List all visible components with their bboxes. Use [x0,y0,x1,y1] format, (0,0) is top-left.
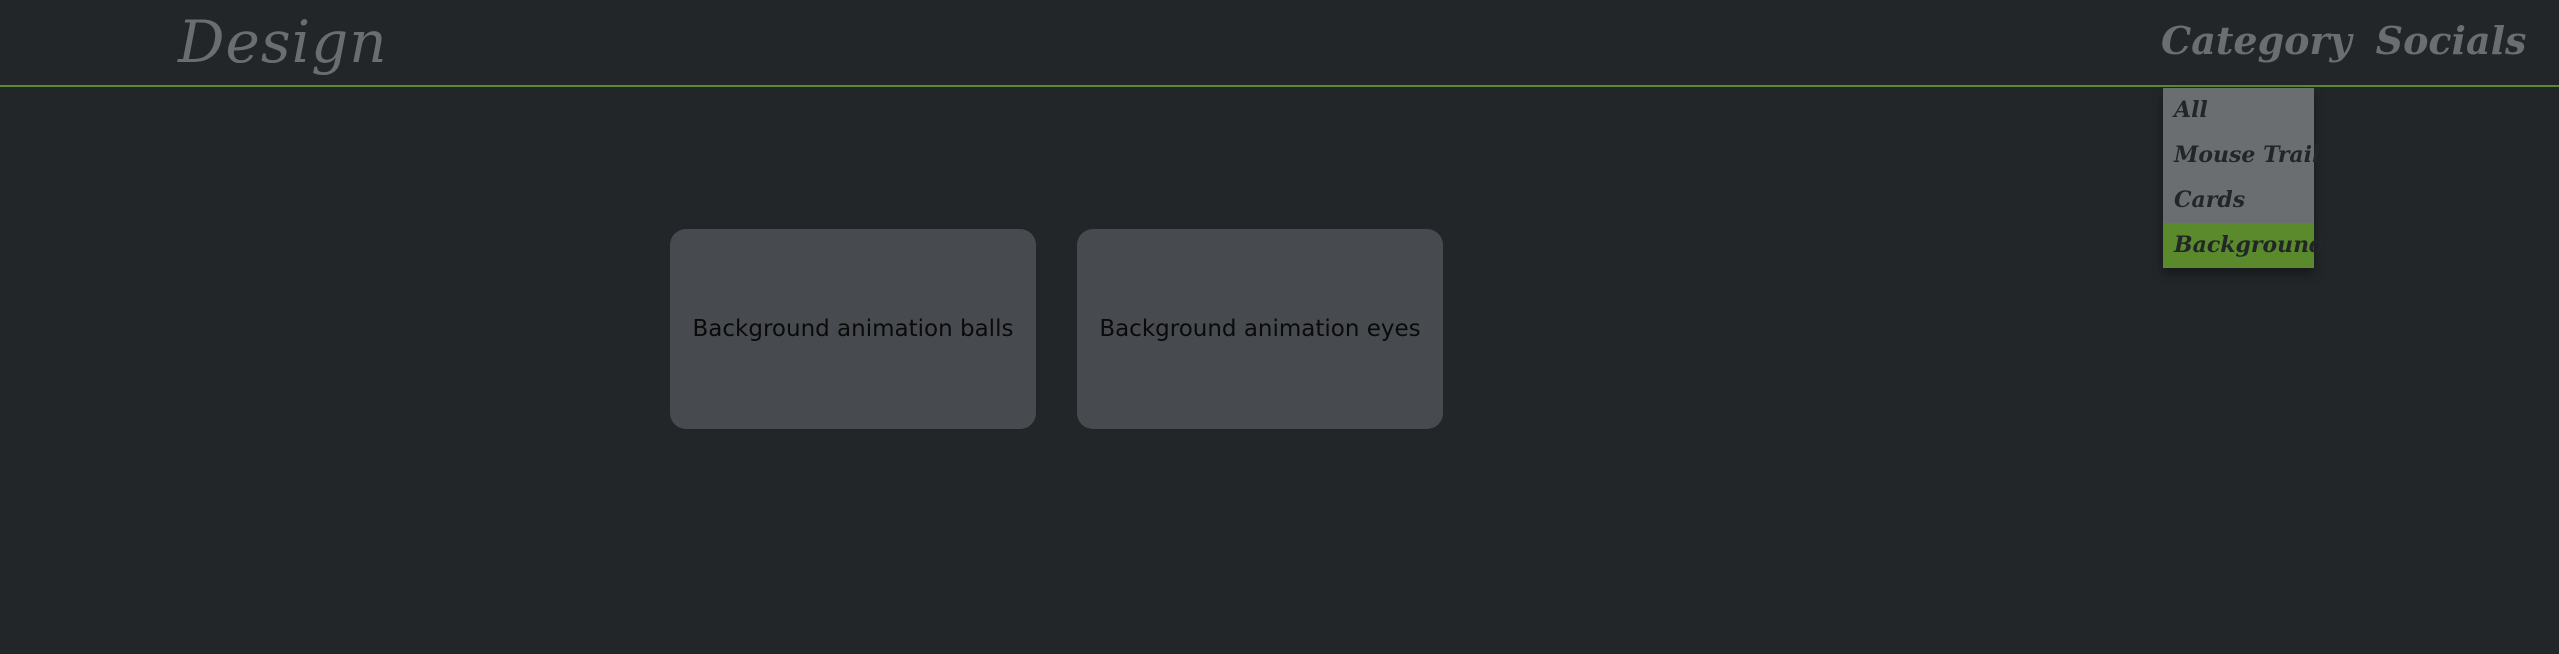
card-background-animation-balls[interactable]: Background animation balls [670,229,1036,429]
category-item-all[interactable]: All [2163,88,2314,133]
top-nav: Category Socials [2161,18,2526,63]
card-background-animation-eyes[interactable]: Background animation eyes [1077,229,1443,429]
category-dropdown: All Mouse Trail Cards Background [2163,88,2325,268]
card-label: Background animation balls [692,316,1014,342]
nav-socials[interactable]: Socials [2376,18,2527,63]
logo[interactable]: Design [178,8,388,76]
card-label: Background animation eyes [1099,316,1421,342]
category-item-mouse-trail[interactable]: Mouse Trail [2163,133,2320,178]
category-item-cards[interactable]: Cards [2163,178,2314,223]
nav-category[interactable]: Category [2161,18,2352,63]
category-item-background[interactable]: Background [2163,223,2325,268]
top-header: Design Category Socials [0,0,2559,87]
